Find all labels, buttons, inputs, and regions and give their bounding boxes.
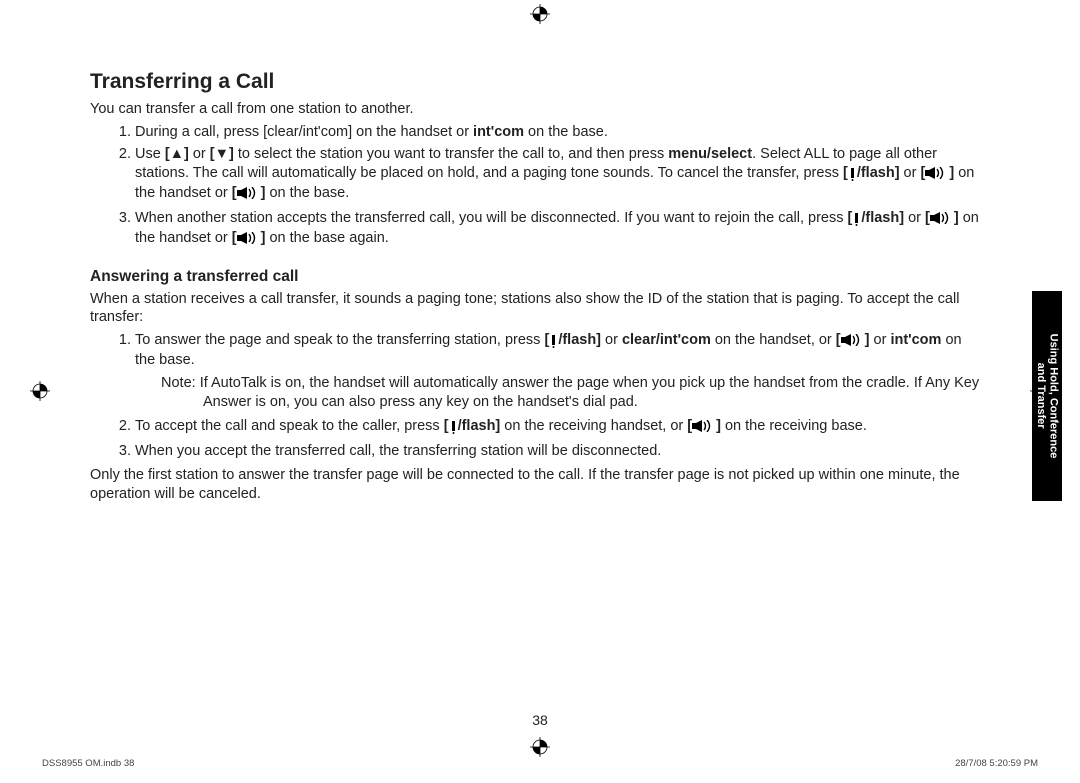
step-3: When another station accepts the transfe…	[135, 209, 980, 250]
step-1: During a call, press [clear/int'com] on …	[135, 123, 980, 142]
flash-icon	[549, 333, 558, 352]
section-tab: Using Hold, Conference and Transfer	[1032, 291, 1062, 501]
answer-step-1: To answer the page and speak to the tran…	[135, 331, 980, 411]
autotalk-note: Note: If AutoTalk is on, the handset wil…	[203, 374, 980, 411]
answer-steps: To answer the page and speak to the tran…	[90, 331, 980, 460]
flash-icon	[449, 419, 458, 438]
speaker-icon	[237, 231, 261, 250]
registration-mark-icon	[30, 381, 50, 401]
answer-step-2: To accept the call and speak to the call…	[135, 417, 980, 438]
step-2: Use [▲] or [▼] to select the station you…	[135, 145, 980, 205]
footer-filename: DSS8955 OM.indb 38	[42, 758, 134, 769]
registration-mark-icon	[530, 737, 550, 757]
speaker-icon	[237, 186, 261, 205]
flash-icon	[848, 166, 857, 185]
outro-text: Only the first station to answer the tra…	[90, 466, 980, 503]
page-content: Transferring a Call You can transfer a c…	[90, 70, 980, 507]
page-number: 38	[0, 712, 1080, 728]
intro-text: You can transfer a call from one station…	[90, 100, 980, 119]
flash-icon	[852, 211, 861, 230]
speaker-icon	[692, 419, 716, 438]
speaker-icon	[925, 166, 949, 185]
subsection-heading: Answering a transferred call	[90, 268, 980, 286]
section-heading: Transferring a Call	[90, 70, 980, 94]
transfer-steps: During a call, press [clear/int'com] on …	[90, 123, 980, 250]
speaker-icon	[930, 211, 954, 230]
subsection-intro: When a station receives a call transfer,…	[90, 290, 980, 327]
footer-timestamp: 28/7/08 5:20:59 PM	[955, 758, 1038, 769]
answer-step-3: When you accept the transferred call, th…	[135, 442, 980, 461]
speaker-icon	[841, 333, 865, 352]
registration-mark-icon	[530, 4, 550, 24]
